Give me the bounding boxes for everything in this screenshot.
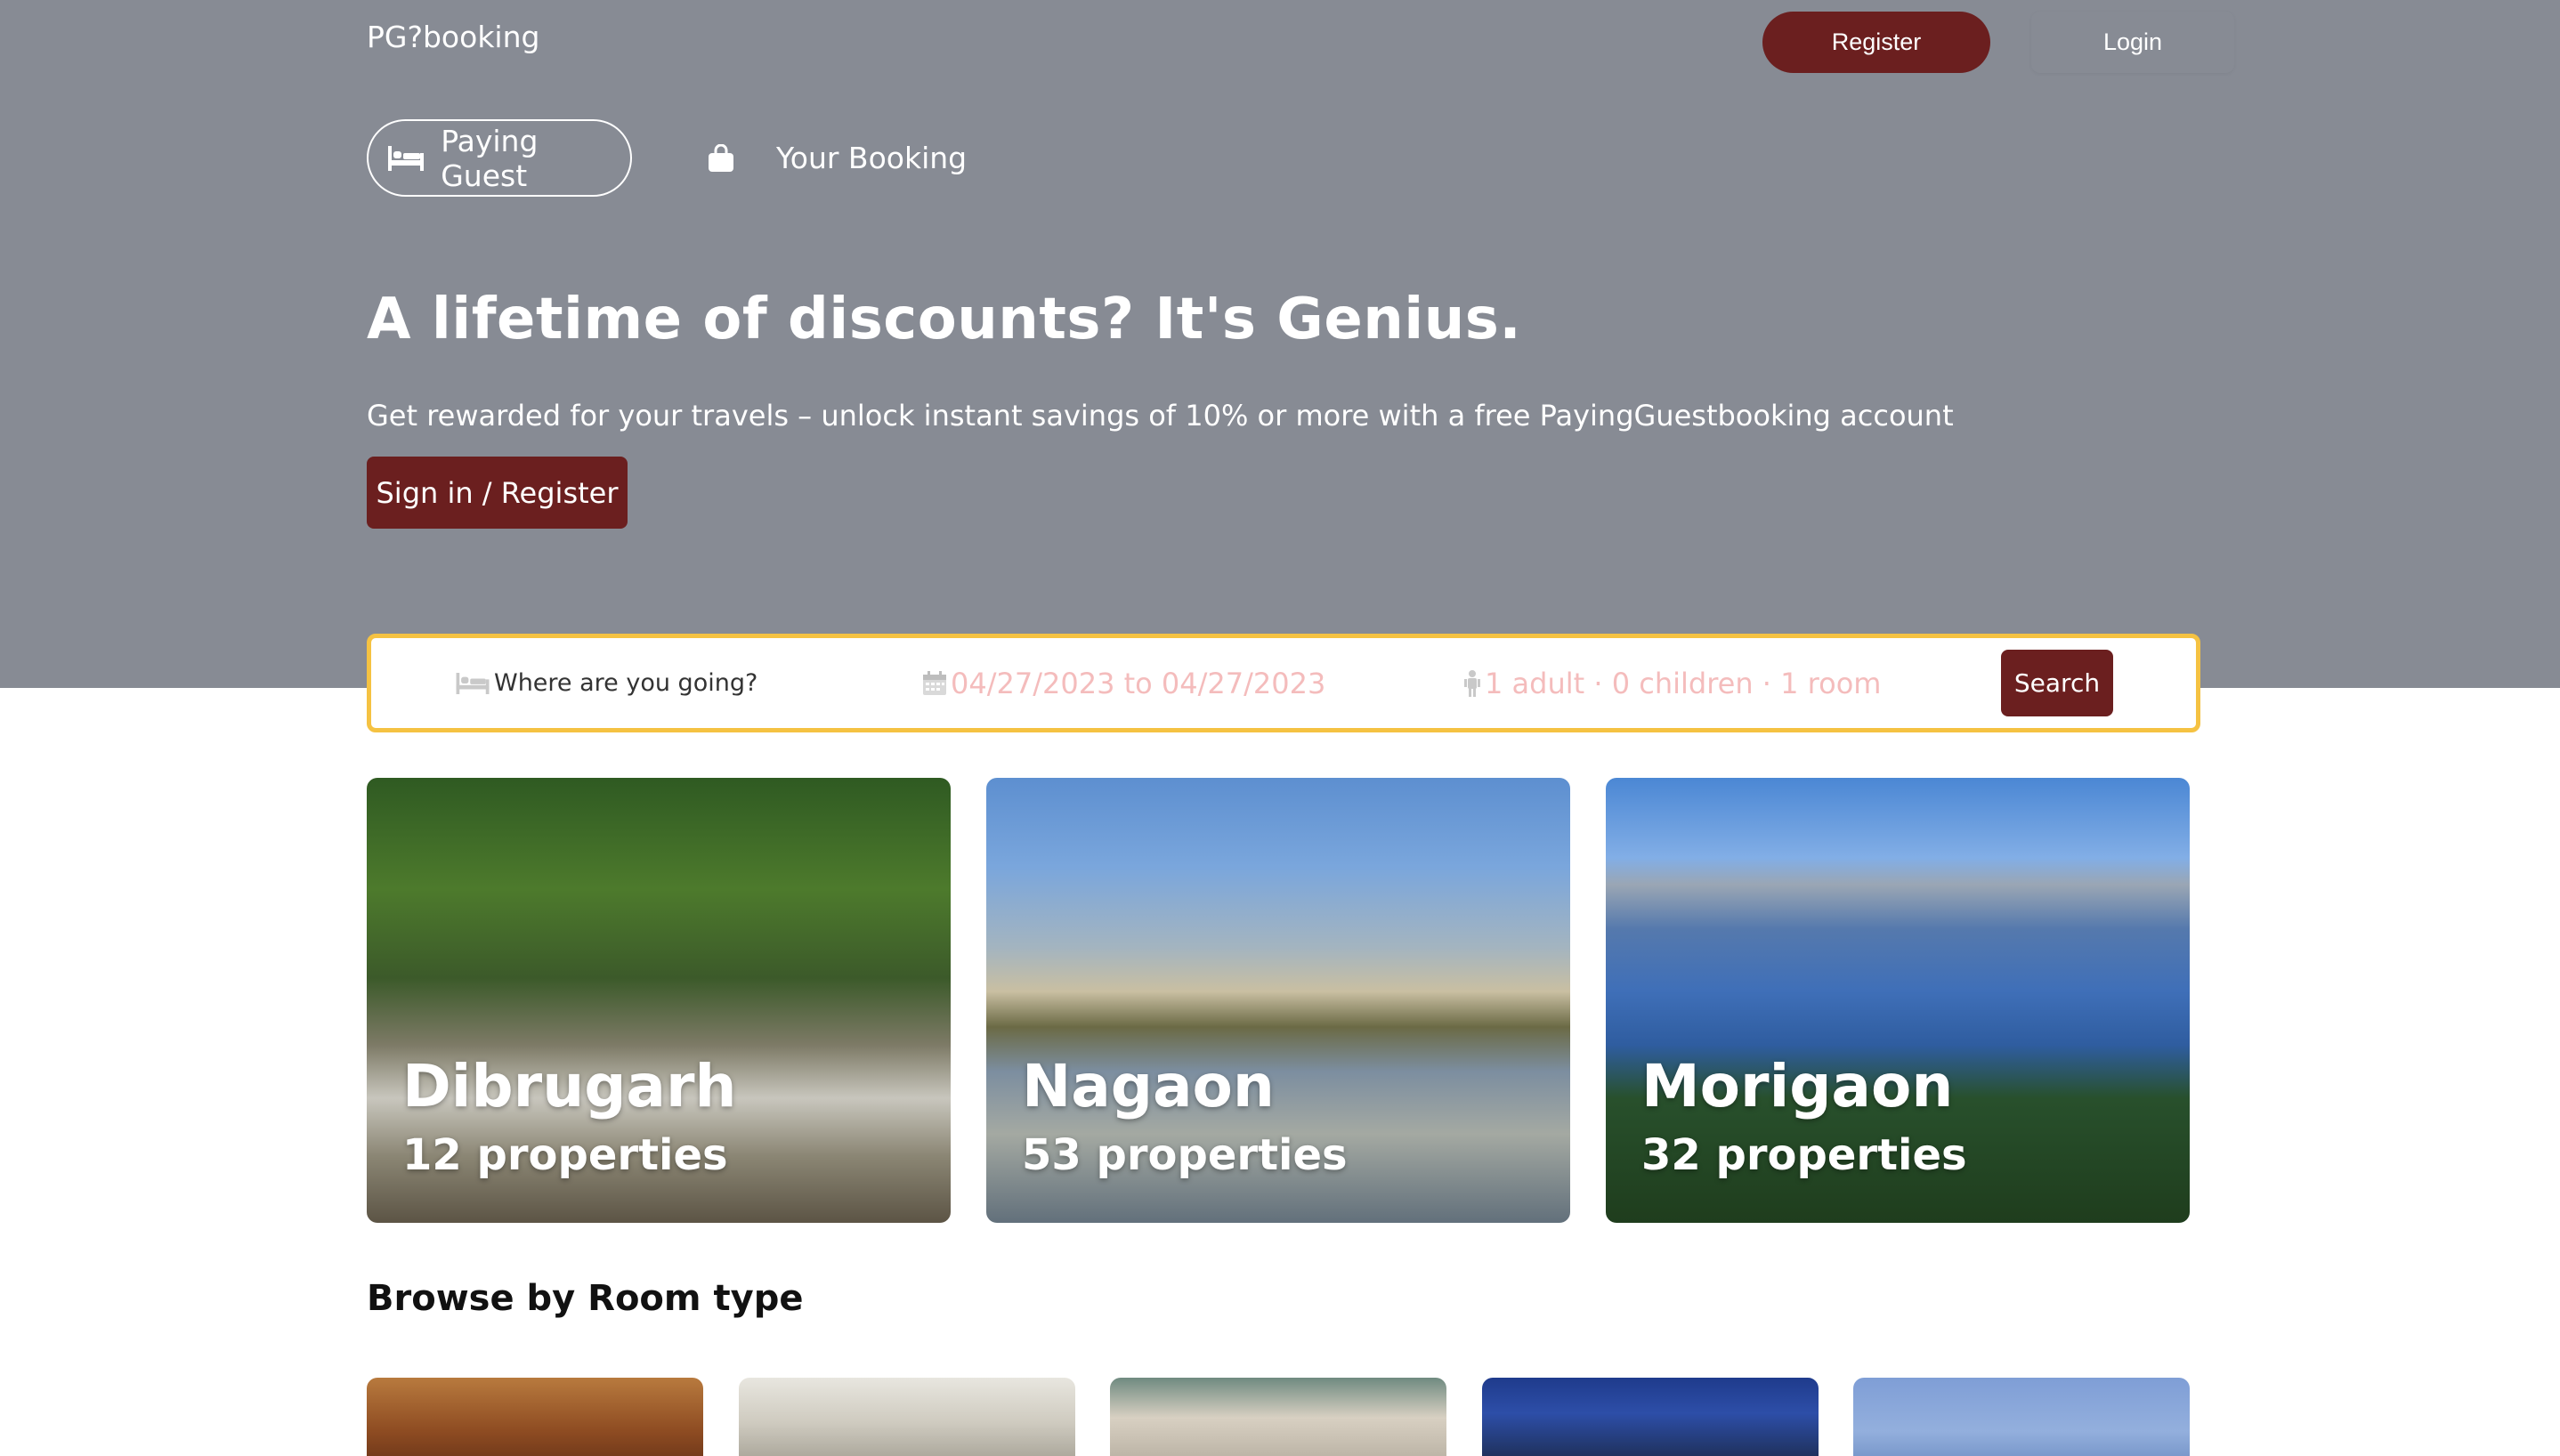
room-type-card[interactable] (739, 1378, 1075, 1456)
room-type-card[interactable] (367, 1378, 703, 1456)
bed-icon (386, 141, 425, 176)
property-count: 32 properties (1641, 1130, 1967, 1180)
occupancy-value: 1 adult · 0 children · 1 room (1485, 666, 1882, 700)
property-count: 53 properties (1022, 1130, 1348, 1180)
shopping-bag-icon (701, 141, 741, 176)
city-card-nagaon[interactable]: Nagaon 53 properties (986, 778, 1570, 1223)
login-button[interactable]: Login (2031, 12, 2234, 73)
site-logo[interactable]: PG?booking (367, 20, 539, 54)
search-button[interactable]: Search (2001, 650, 2113, 716)
property-count: 12 properties (402, 1130, 728, 1180)
tab-your-booking[interactable]: Your Booking (694, 119, 967, 197)
city-name: Dibrugarh (402, 1052, 737, 1120)
person-icon (1462, 669, 1483, 698)
tab-label: Paying Guest (441, 123, 539, 193)
city-card-morigaon[interactable]: Morigaon 32 properties (1606, 778, 2190, 1223)
room-type-card[interactable] (1853, 1378, 2190, 1456)
date-range-field[interactable]: 04/27/2023 to 04/27/2023 (920, 638, 1325, 728)
browse-room-type-title: Browse by Room type (367, 1278, 804, 1319)
register-button[interactable]: Register (1762, 12, 1990, 73)
search-bar: 04/27/2023 to 04/27/2023 1 adult · 0 chi… (367, 634, 2200, 732)
date-range-value: 04/27/2023 to 04/27/2023 (951, 666, 1326, 700)
tab-paying-guest[interactable]: Paying Guest (367, 119, 632, 197)
destination-input[interactable] (494, 669, 868, 697)
sign-in-register-button[interactable]: Sign in / Register (367, 457, 628, 529)
hero-title: A lifetime of discounts? It's Genius. (367, 287, 1522, 352)
occupancy-field[interactable]: 1 adult · 0 children · 1 room (1462, 638, 1881, 728)
room-type-card[interactable] (1110, 1378, 1446, 1456)
city-card-dibrugarh[interactable]: Dibrugarh 12 properties (367, 778, 951, 1223)
bed-icon (455, 669, 490, 698)
calendar-icon (920, 669, 949, 698)
destination-field[interactable] (455, 638, 868, 728)
city-name: Morigaon (1641, 1052, 1954, 1120)
city-name: Nagaon (1022, 1052, 1275, 1120)
tab-label: Your Booking (776, 141, 968, 175)
hero-subtitle: Get rewarded for your travels – unlock i… (367, 399, 1954, 433)
room-type-card[interactable] (1482, 1378, 1819, 1456)
